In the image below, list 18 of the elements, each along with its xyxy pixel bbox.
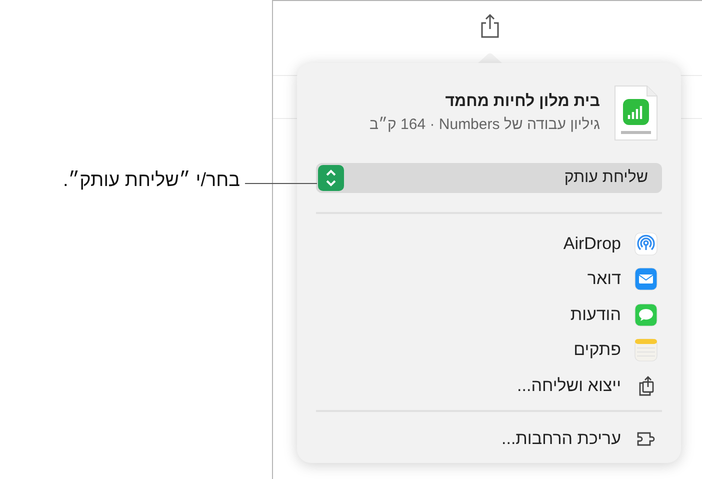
notepad-icon: [634, 338, 658, 362]
spreadsheet-file-icon: [614, 85, 658, 141]
share-icon[interactable]: [479, 13, 501, 39]
file-title: בית מלון לחיות מחמד: [444, 93, 600, 111]
share-option[interactable]: פתקים: [574, 340, 621, 360]
leader-line: [245, 183, 317, 184]
callout-text: בחר/י ״שליחת עותק״.: [62, 170, 240, 192]
send-copy-popup[interactable]: שליחת עותק: [316, 163, 662, 193]
edit-extensions-item[interactable]: עריכת הרחבות...: [502, 429, 621, 450]
stepper-icon: [318, 165, 344, 191]
airdrop-icon: [634, 232, 658, 256]
share-option[interactable]: AirDrop: [563, 234, 621, 254]
share-option[interactable]: דואר: [587, 269, 621, 290]
share-option[interactable]: ייצוא ושליחה...: [517, 376, 621, 396]
speech-bubble-icon: [634, 302, 658, 327]
file-info: גיליון עבודה של Numbers · 164 ק״ב: [369, 116, 600, 133]
share-option[interactable]: הודעות: [570, 304, 621, 325]
envelope-icon: [634, 267, 658, 292]
